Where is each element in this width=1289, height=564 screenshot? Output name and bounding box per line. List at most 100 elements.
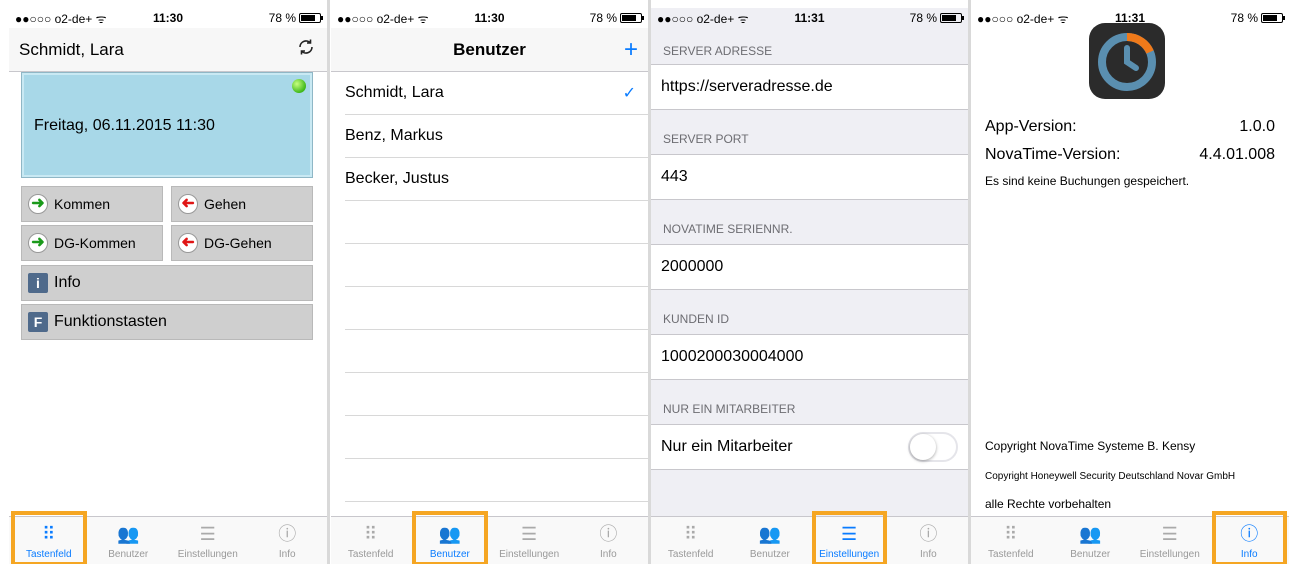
battery-percent: 78 % bbox=[268, 11, 296, 25]
funktionstasten-button[interactable]: F Funktionstasten bbox=[21, 304, 313, 340]
dg-kommen-button[interactable]: ➜ DG-Kommen bbox=[21, 225, 163, 261]
single-employee-row: Nur ein Mitarbeiter bbox=[651, 424, 968, 470]
battery-indicator: 78 % bbox=[1230, 11, 1285, 25]
users-icon: 👥 bbox=[758, 524, 782, 544]
tab-tastenfeld[interactable]: ⠿ Tastenfeld bbox=[331, 517, 410, 564]
refresh-icon[interactable] bbox=[297, 38, 315, 61]
tab-benutzer[interactable]: 👥 Benutzer bbox=[410, 511, 489, 564]
screen-tastenfeld: ●●○○○ o2-de+ ᯤ 11:30 78 % Schmidt, Lara … bbox=[9, 8, 327, 564]
user-name: Benz, Markus bbox=[345, 127, 443, 144]
keypad-icon: ⠿ bbox=[364, 524, 378, 544]
tab-benutzer[interactable]: 👥 Benutzer bbox=[89, 517, 169, 564]
empty-row bbox=[345, 287, 648, 330]
battery-icon bbox=[1261, 13, 1285, 23]
users-icon: 👥 bbox=[117, 524, 140, 544]
kommen-button[interactable]: ➜ Kommen bbox=[21, 186, 163, 222]
arrow-left-red-icon: ➜ bbox=[178, 194, 198, 214]
tab-label: Tastenfeld bbox=[987, 549, 1034, 560]
page-title: Benutzer bbox=[453, 39, 526, 59]
status-led-icon bbox=[292, 79, 306, 93]
app-version-value: 1.0.0 bbox=[1239, 118, 1275, 135]
tab-bar: ⠿ Tastenfeld 👥 Benutzer ☰ Einstellungen ⓘ In… bbox=[331, 511, 648, 564]
no-bookings-text: Es sind keine Buchungen gespeichert. bbox=[985, 174, 1190, 188]
tab-tastenfeld[interactable]: ⠿ Tastenfeld bbox=[971, 517, 1051, 564]
carrier-label: ●●○○○ o2-de+ ᯤ bbox=[15, 11, 107, 26]
gehen-label: Gehen bbox=[204, 196, 247, 212]
tab-einstellungen[interactable]: ☰ Einstellungen bbox=[810, 511, 889, 564]
tab-info[interactable]: ⓘ Info bbox=[569, 517, 648, 564]
dg-gehen-label: DG-Gehen bbox=[204, 235, 272, 251]
section-header: SERVER ADRESSE bbox=[663, 44, 773, 58]
copyright-line: Copyright Honeywell Security Deutschland… bbox=[985, 471, 1236, 482]
user-row[interactable]: Benz, Markus bbox=[345, 115, 648, 158]
app-version-row: App-Version: 1.0.0 bbox=[985, 118, 1275, 136]
dg-gehen-button[interactable]: ➜ DG-Gehen bbox=[171, 225, 313, 261]
rights-text: alle Rechte vorbehalten bbox=[985, 497, 1112, 511]
battery-icon bbox=[299, 13, 323, 23]
checkmark-icon: ✓ bbox=[622, 85, 636, 102]
app-version-label: App-Version: bbox=[985, 118, 1077, 135]
battery-icon bbox=[620, 13, 644, 23]
tab-label: Einstellungen bbox=[1139, 549, 1200, 560]
tab-einstellungen[interactable]: ☰ Einstellungen bbox=[1130, 517, 1210, 564]
section-header: KUNDEN ID bbox=[663, 312, 730, 326]
novatime-version-row: NovaTime-Version: 4.4.01.008 bbox=[985, 146, 1275, 164]
server-port-field[interactable]: 443 bbox=[651, 154, 968, 200]
copyright-line: Copyright NovaTime Systeme B. Kensy bbox=[985, 439, 1196, 453]
tab-info[interactable]: ⓘ Info bbox=[1210, 511, 1289, 564]
tab-tastenfeld[interactable]: ⠿ Tastenfeld bbox=[651, 517, 730, 564]
user-row[interactable]: Becker, Justus bbox=[345, 158, 648, 201]
status-bar: ●●○○○ o2-de+ ᯤ 11:31 78 % bbox=[651, 8, 968, 28]
section-header: NUR EIN MITARBEITER bbox=[663, 402, 796, 416]
screen-info: ●●○○○ o2-de+ ᯤ 11:31 78 % App-Version: 1… bbox=[971, 8, 1289, 564]
tab-tastenfeld[interactable]: ⠿ Tastenfeld bbox=[9, 511, 89, 564]
tab-info[interactable]: ⓘ Info bbox=[889, 517, 968, 564]
user-row[interactable]: Schmidt, Lara ✓ bbox=[345, 72, 648, 115]
battery-percent: 78 % bbox=[1230, 11, 1258, 25]
divider bbox=[327, 0, 330, 564]
empty-row bbox=[345, 244, 648, 287]
screen-benutzer: ●●○○○ o2-de+ ᯤ 11:30 78 % Benutzer + Sch… bbox=[331, 8, 648, 564]
info-button[interactable]: i Info bbox=[21, 265, 313, 301]
server-address-field[interactable]: https://serveradresse.de bbox=[651, 64, 968, 110]
tab-info[interactable]: ⓘ Info bbox=[248, 517, 328, 564]
section-header: NOVATIME SERIENNR. bbox=[663, 222, 793, 236]
sliders-icon: ☰ bbox=[1161, 524, 1178, 544]
tab-einstellungen[interactable]: ☰ Einstellungen bbox=[168, 517, 248, 564]
empty-row bbox=[345, 373, 648, 416]
toggle-knob bbox=[910, 434, 936, 460]
nav-bar: Benutzer + bbox=[331, 28, 648, 72]
empty-row bbox=[345, 459, 648, 502]
datetime-panel: Freitag, 06.11.2015 11:30 bbox=[21, 72, 313, 178]
tab-label: Einstellungen bbox=[819, 549, 880, 560]
tab-label: Info bbox=[920, 549, 937, 560]
carrier-label: ●●○○○ o2-de+ ᯤ bbox=[977, 11, 1069, 26]
section-header: SERVER PORT bbox=[663, 132, 749, 146]
tab-label: Benutzer bbox=[108, 549, 149, 560]
tab-einstellungen[interactable]: ☰ Einstellungen bbox=[490, 517, 569, 564]
keypad-icon: ⠿ bbox=[1004, 524, 1018, 544]
settings-form: SERVER ADRESSE https://serveradresse.de … bbox=[651, 28, 968, 516]
keypad-icon: ⠿ bbox=[684, 524, 698, 544]
dg-kommen-label: DG-Kommen bbox=[54, 235, 136, 251]
gehen-button[interactable]: ➜ Gehen bbox=[171, 186, 313, 222]
tab-label: Tastenfeld bbox=[347, 549, 394, 560]
datetime-text: Freitag, 06.11.2015 11:30 bbox=[34, 117, 215, 134]
single-employee-label: Nur ein Mitarbeiter bbox=[661, 438, 793, 455]
tab-bar: ⠿ Tastenfeld 👥 Benutzer ☰ Einstellungen ⓘ In… bbox=[651, 511, 968, 564]
battery-indicator: 78 % bbox=[910, 11, 964, 25]
clock: 11:30 bbox=[152, 11, 184, 25]
screenshot-collage: ●●○○○ o2-de+ ᯤ 11:30 78 % Schmidt, Lara … bbox=[0, 0, 1289, 564]
tab-benutzer[interactable]: 👥 Benutzer bbox=[730, 517, 809, 564]
tab-label: Benutzer bbox=[1070, 549, 1111, 560]
tab-benutzer[interactable]: 👥 Benutzer bbox=[1051, 517, 1131, 564]
tab-label: Tastenfeld bbox=[667, 549, 714, 560]
serial-number-field[interactable]: 2000000 bbox=[651, 244, 968, 290]
battery-percent: 78 % bbox=[589, 11, 617, 25]
nav-bar: Schmidt, Lara bbox=[9, 28, 327, 72]
tab-label: Einstellungen bbox=[499, 549, 560, 560]
customer-id-field[interactable]: 1000200030004000 bbox=[651, 334, 968, 380]
page-title: Schmidt, Lara bbox=[19, 39, 124, 59]
single-employee-toggle[interactable] bbox=[908, 432, 958, 462]
tab-label: Info bbox=[278, 549, 296, 560]
